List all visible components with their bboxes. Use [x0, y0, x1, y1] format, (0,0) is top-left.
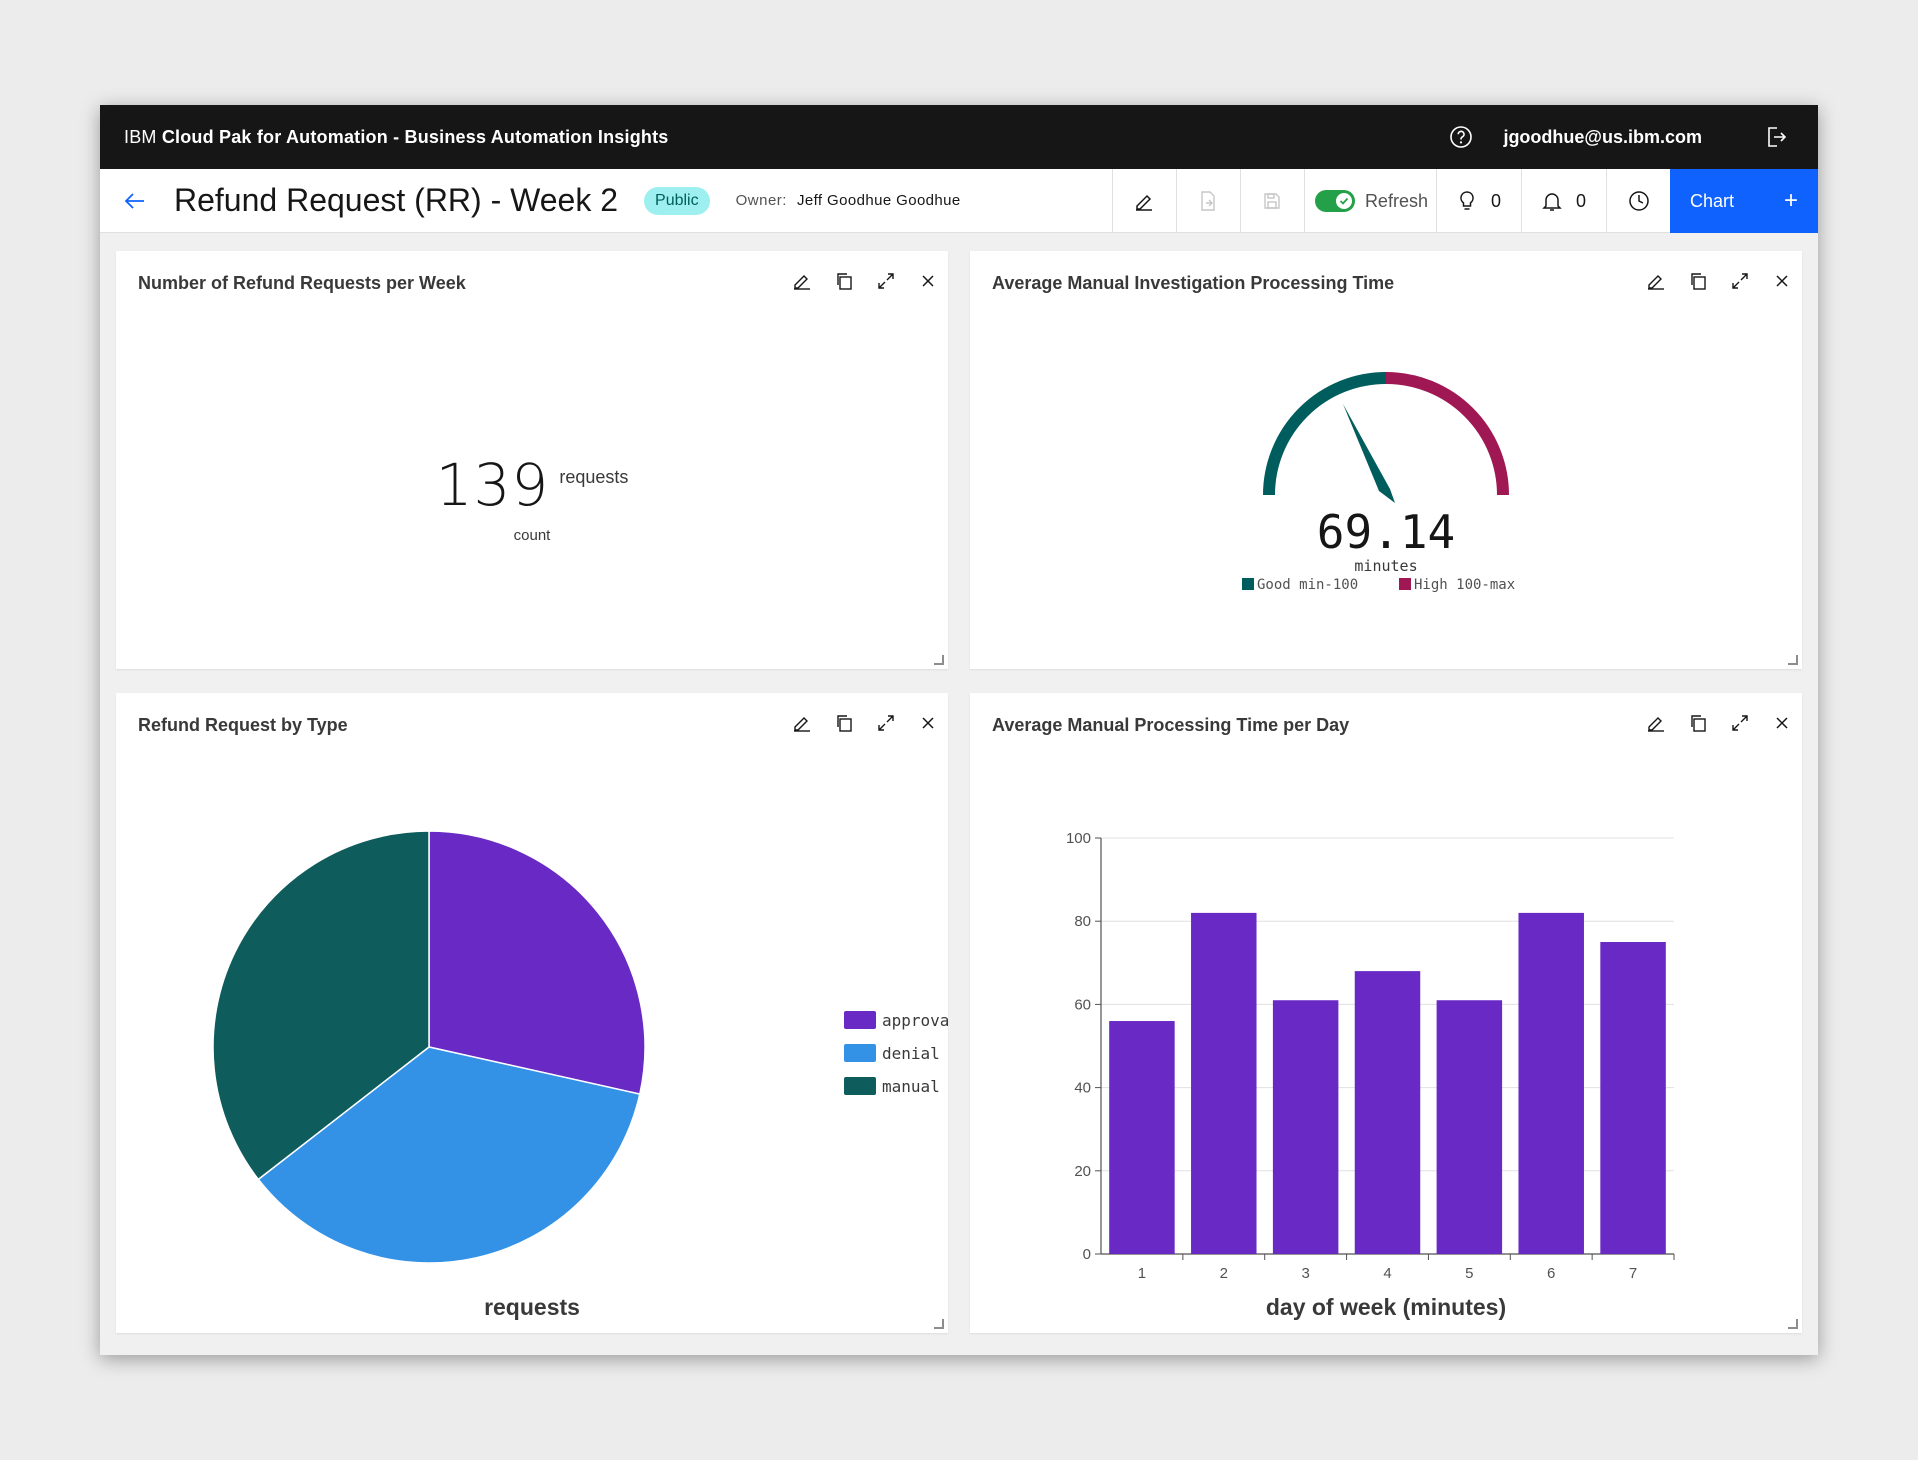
product-name[interactable]: IBM Cloud Pak for Automation - Business …	[124, 127, 669, 148]
gauge-arc-high	[1385, 372, 1509, 496]
y-tick-label: 20	[1074, 1163, 1091, 1180]
pie-chart: approva denial manual requests	[212, 830, 948, 1320]
x-tick-label: 1	[1138, 1265, 1146, 1282]
history-button[interactable]	[1606, 169, 1670, 233]
pie-axis-label: requests	[484, 1294, 580, 1320]
x-tick-label: 5	[1465, 1265, 1473, 1282]
kpi-caption: count	[513, 527, 551, 544]
copy-widget-icon[interactable]	[832, 269, 856, 293]
user-email[interactable]: jgoodhue@us.ibm.com	[1503, 127, 1702, 148]
gauge-chart: 69.14 minutes Good min-100 High 100-max	[1242, 372, 1515, 593]
bar-chart: 0 20 40 60 80 100 1 2 3 4 5 6 7 day of week (minutes)	[1066, 830, 1675, 1320]
gauge-needle	[1343, 404, 1395, 503]
x-tick-label: 3	[1301, 1265, 1309, 1282]
help-icon[interactable]	[1449, 125, 1473, 149]
clock-icon	[1628, 191, 1649, 211]
top-bar: IBM Cloud Pak for Automation - Business …	[100, 105, 1818, 169]
resize-handle[interactable]	[934, 1319, 944, 1329]
page-title: Refund Request (RR) - Week 2	[174, 182, 619, 218]
kpi-unit: requests	[559, 467, 629, 487]
bar-day-4[interactable]	[1354, 971, 1421, 1254]
export-icon	[1201, 191, 1216, 211]
kpi-display: 139 requests count	[116, 451, 948, 544]
status-badge: Public	[644, 186, 710, 215]
y-tick-label: 40	[1074, 1080, 1091, 1097]
close-icon[interactable]	[916, 269, 940, 293]
edit-button[interactable]	[1111, 169, 1176, 233]
edit-widget-icon[interactable]	[790, 269, 814, 293]
dashboard-header: Refund Request (RR) - Week 2 Public Owne…	[100, 169, 1818, 233]
bar-day-7[interactable]	[1600, 942, 1666, 1254]
toggle-switch[interactable]	[1314, 190, 1355, 212]
legend-swatch-high	[1399, 578, 1411, 590]
resize-handle[interactable]	[1788, 1319, 1798, 1329]
legend-label-manual: manual	[882, 1077, 940, 1096]
resize-handle[interactable]	[1788, 655, 1798, 665]
y-tick-label: 0	[1083, 1246, 1091, 1263]
owner-name: Jeff Goodhue Goodhue	[796, 192, 961, 209]
legend-label-denial: denial	[882, 1044, 940, 1063]
plus-icon: +	[1783, 187, 1798, 214]
lightbulb-icon	[1460, 191, 1474, 210]
bar-day-3[interactable]	[1272, 1000, 1339, 1254]
legend-label-approva: approva	[882, 1011, 948, 1030]
bar-day-6[interactable]	[1518, 912, 1584, 1254]
kpi-value: 139	[435, 451, 550, 519]
gauge-arc-good	[1263, 372, 1387, 496]
export-button[interactable]	[1175, 169, 1240, 233]
widget-title: Number of Refund Requests per Week	[138, 273, 466, 293]
brand-product: Cloud Pak for Automation - Business Auto…	[161, 126, 669, 147]
chart-button-label: Chart	[1690, 190, 1735, 211]
bar-day-1[interactable]	[1109, 1021, 1175, 1254]
bar-axis-label: day of week (minutes)	[1266, 1294, 1506, 1320]
x-tick-label: 4	[1383, 1265, 1391, 1282]
pencil-icon	[1136, 194, 1153, 211]
legend-swatch-good	[1242, 578, 1254, 590]
ideas-count: 0	[1490, 190, 1501, 211]
gauge-unit: minutes	[1354, 557, 1417, 575]
widget-refund-count: Number of Refund Requests per Week 139 re…	[116, 251, 948, 669]
brand-ibm: IBM	[124, 126, 157, 147]
x-tick-label: 7	[1629, 1265, 1637, 1282]
widget-refund-by-type: Refund Request by Type approva denial manu…	[116, 693, 948, 1333]
widget-actions	[790, 269, 940, 293]
bar-day-5[interactable]	[1436, 1000, 1503, 1254]
owner-label: Owner:	[735, 192, 787, 209]
bell-icon	[1542, 193, 1562, 211]
add-chart-button[interactable]: Chart +	[1670, 169, 1818, 233]
x-tick-label: 6	[1547, 1265, 1555, 1282]
bar-day-2[interactable]	[1191, 912, 1257, 1254]
legend-swatch-approva	[844, 1011, 876, 1029]
alerts-button[interactable]: 0	[1520, 169, 1606, 233]
logout-icon[interactable]	[1764, 125, 1788, 149]
checkmark-icon	[1339, 197, 1349, 205]
legend-label-high: High 100-max	[1414, 577, 1515, 593]
maximize-icon[interactable]	[874, 269, 898, 293]
y-tick-label: 80	[1074, 913, 1091, 930]
dashboard-toolbar: Refresh 0 0 Chart +	[1111, 169, 1818, 233]
alerts-count: 0	[1575, 190, 1586, 211]
app-window: IBM Cloud Pak for Automation - Business …	[100, 105, 1818, 1355]
refresh-label: Refresh	[1364, 190, 1428, 211]
legend-swatch-denial	[844, 1044, 876, 1062]
legend-swatch-manual	[844, 1077, 876, 1095]
ideas-button[interactable]: 0	[1435, 169, 1521, 233]
refresh-toggle[interactable]: Refresh	[1303, 169, 1436, 233]
y-tick-label: 60	[1074, 996, 1091, 1013]
save-button[interactable]	[1239, 169, 1304, 233]
gauge-value: 69.14	[1317, 505, 1455, 559]
widget-investigation-time: Average Manual Investigation Processing …	[970, 251, 1802, 669]
legend-label-good: Good min-100	[1257, 577, 1358, 593]
back-arrow-icon[interactable]	[124, 189, 148, 213]
save-icon	[1264, 193, 1281, 209]
resize-handle[interactable]	[934, 655, 944, 665]
x-tick-label: 2	[1220, 1265, 1228, 1282]
y-tick-label: 100	[1066, 830, 1091, 847]
widget-processing-time-per-day: Average Manual Processing Time per Day 0…	[970, 693, 1802, 1333]
